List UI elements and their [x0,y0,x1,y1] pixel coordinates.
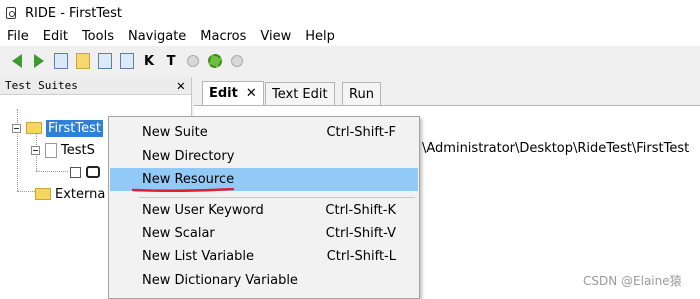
menu-edit[interactable]: Edit [36,29,75,44]
menu-new-suite[interactable]: New Suite Ctrl-Shift-F [110,121,418,144]
red-underline-annotation [132,188,234,192]
menu-new-dictionary-variable-label: New Dictionary Variable [142,273,298,288]
collapse-icon[interactable] [12,123,21,133]
forward-arrow-icon[interactable] [30,52,48,70]
tab-text-edit[interactable]: Text Edit [265,82,335,105]
menu-new-list-variable[interactable]: New List Variable Ctrl-Shift-L [110,245,418,268]
back-arrow-icon[interactable] [8,52,26,70]
tree-label-firsttest: FirstTest [46,119,103,137]
menu-new-scalar[interactable]: New Scalar Ctrl-Shift-V [110,222,418,245]
tree-item-firsttest[interactable]: FirstTest [12,118,103,138]
run-icon[interactable] [184,52,202,70]
debug-icon[interactable] [206,52,224,70]
test-suites-header: Test Suites ✕ [0,77,191,95]
menu-new-scalar-label: New Scalar [142,226,215,241]
new-file-icon[interactable] [74,52,92,70]
menu-view[interactable]: View [253,29,298,44]
tab-run[interactable]: Run [342,82,381,105]
menu-new-user-keyword[interactable]: New User Keyword Ctrl-Shift-K [110,199,418,222]
close-tab-icon[interactable]: ✕ [246,86,257,101]
menu-new-suite-shortcut: Ctrl-Shift-F [326,125,396,140]
menu-separator [139,197,415,198]
collapse-icon[interactable] [31,145,40,155]
tree-item-external-resources[interactable]: Externa [31,184,105,204]
tab-text-edit-label: Text Edit [272,86,328,102]
editor-tabs: Edit ✕ Text Edit Run [194,77,700,105]
test-case-icon [86,166,100,178]
search-keywords-icon[interactable]: K [140,52,158,70]
tree-label-external-resources: Externa [55,186,106,202]
menu-macros[interactable]: Macros [193,29,253,44]
menu-navigate[interactable]: Navigate [121,29,193,44]
menu-new-directory-label: New Directory [142,149,235,164]
file-icon [45,142,57,158]
open-directory-icon[interactable] [52,52,70,70]
toolbar: K T [0,46,700,76]
menu-new-dictionary-variable[interactable]: New Dictionary Variable [110,269,418,292]
menu-new-user-keyword-shortcut: Ctrl-Shift-K [325,203,396,218]
folder-icon [26,122,42,134]
folder-icon [35,188,51,200]
tab-edit-label: Edit [209,86,238,101]
menu-new-scalar-shortcut: Ctrl-Shift-V [325,226,396,241]
watermark: CSDN @Elaine猿 [583,274,682,288]
menu-help[interactable]: Help [298,29,342,44]
menu-new-directory[interactable]: New Directory [110,145,418,168]
menu-new-list-variable-shortcut: Ctrl-Shift-L [326,249,396,264]
test-checkbox[interactable] [70,166,81,178]
menu-bar: File Edit Tools Navigate Macros View Hel… [0,26,700,46]
app-icon [6,7,16,19]
tree-label-test-suite: TestS [61,142,95,158]
ride-window: RIDE - FirstTest File Edit Tools Navigat… [0,0,700,299]
source-path: \Administrator\Desktop\RideTest\FirstTes… [422,141,690,156]
tree-item-test-suite[interactable]: TestS [31,140,95,160]
menu-new-suite-label: New Suite [142,125,208,140]
tab-run-label: Run [349,86,374,102]
test-suites-title: Test Suites [5,79,78,92]
tree-item-test-case[interactable] [70,162,100,182]
stop-icon[interactable] [228,52,246,70]
close-panel-icon[interactable]: ✕ [177,79,185,93]
context-menu: New Suite Ctrl-Shift-F New Directory New… [108,116,420,299]
window-title: RIDE - FirstTest [25,5,123,21]
tab-edit[interactable]: Edit ✕ [202,81,264,105]
menu-file[interactable]: File [0,29,36,44]
menu-new-list-variable-label: New List Variable [142,249,254,264]
save-icon[interactable] [96,52,114,70]
menu-new-resource-label: New Resource [142,172,235,187]
menu-tools[interactable]: Tools [75,29,121,44]
save-all-icon[interactable] [118,52,136,70]
menu-new-user-keyword-label: New User Keyword [142,203,264,218]
search-tests-icon[interactable]: T [162,52,180,70]
title-bar: RIDE - FirstTest [0,0,700,26]
